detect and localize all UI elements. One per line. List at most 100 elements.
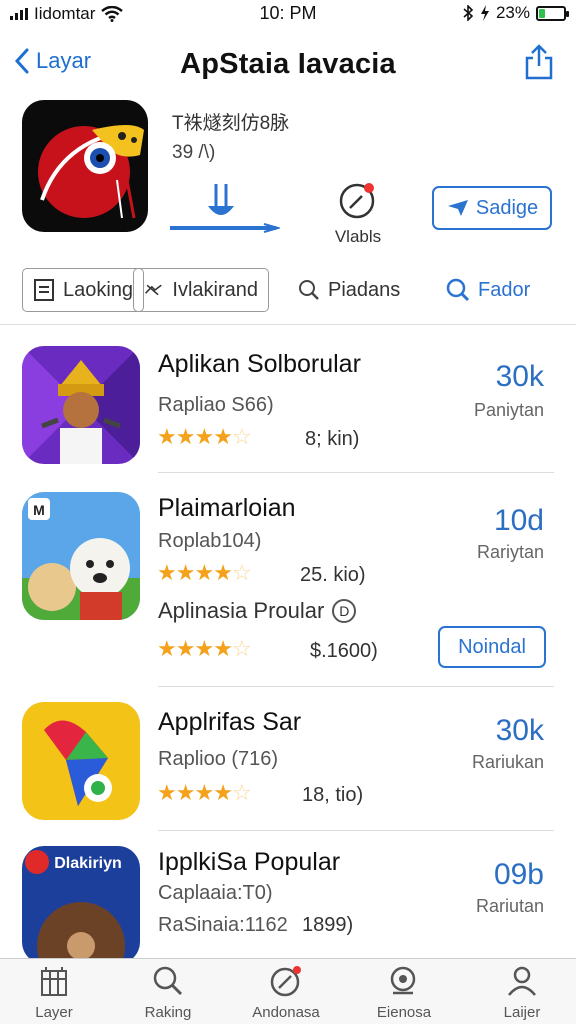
- tabbar-label: Layer: [35, 1004, 73, 1021]
- compass-icon: [270, 966, 301, 997]
- eye-search-icon: [390, 966, 416, 995]
- rating-count: 25. kio): [300, 564, 366, 586]
- charging-icon: [480, 5, 489, 21]
- tab-ivlakirand[interactable]: Ivlakirand: [133, 268, 269, 312]
- share-button[interactable]: [524, 44, 554, 85]
- save-label: Sadige: [475, 196, 539, 219]
- person-icon: [508, 966, 536, 996]
- app-name: Plaimarloian: [158, 494, 296, 522]
- search-icon: [299, 280, 319, 300]
- star-icon: ☆: [231, 780, 252, 805]
- tab-fador[interactable]: Fador: [446, 268, 530, 312]
- tab-label: Fador: [478, 278, 531, 301]
- tabbar-item-andonasa[interactable]: Andonasa: [236, 965, 336, 1021]
- divider: [0, 324, 576, 325]
- battery-percent: 23%: [495, 3, 530, 22]
- star-icon: [447, 200, 468, 216]
- app-icon: Dlakiriyn: [22, 846, 140, 964]
- app-sub: Roplab104): [158, 530, 262, 552]
- app-banner-text: Dlakiriyn: [54, 855, 122, 872]
- app-secondary-name: Aplinasia Proular D: [158, 598, 357, 624]
- app-metric: 30k: [495, 360, 544, 393]
- rating-count: $.1600): [310, 640, 378, 662]
- battery-icon: [536, 5, 569, 21]
- tabbar-label: Eienosa: [376, 1004, 432, 1021]
- bluetooth-icon: [463, 5, 474, 21]
- app-sub-secondary: RaSinaia:1162: [158, 914, 288, 936]
- status-right: 23%: [462, 3, 569, 23]
- star-icon: ☆: [231, 560, 252, 585]
- app-actions: Vlabls Sadige: [168, 180, 558, 246]
- status-bar: Iidomtar 10: PM 23%: [0, 0, 576, 28]
- filter-tabs: Laoking Ivlakirand Piadans Fador: [0, 262, 576, 318]
- rating-count: 18, tio): [302, 784, 364, 806]
- star-icon: ★: [194, 780, 214, 805]
- tabbar-item-raking[interactable]: Raking: [118, 965, 218, 1021]
- star-icon: ☆: [231, 424, 252, 449]
- tabbar-item-eienosa[interactable]: Eienosa: [354, 965, 454, 1021]
- tab-piadans[interactable]: Piadans: [298, 268, 400, 312]
- app-metric-caption: Rariutan: [475, 896, 544, 916]
- star-icon: ★: [213, 780, 233, 805]
- star-icon: ★: [194, 636, 214, 661]
- app-sub: Rapliao S66): [158, 394, 274, 416]
- views-label: Vlabls: [334, 227, 382, 246]
- app-metric-caption: Paniytan: [473, 400, 544, 420]
- compass-icon: [339, 183, 375, 219]
- download-button[interactable]: [168, 180, 282, 240]
- tabbar-item-laijer[interactable]: Laijer: [472, 965, 572, 1021]
- tabbar-item-layer[interactable]: Layer: [4, 965, 104, 1021]
- star-icon: ★: [175, 636, 196, 661]
- star-icon: ★: [213, 636, 233, 661]
- app-name: Aplikan Solborular: [158, 350, 361, 378]
- save-button[interactable]: Sadige: [432, 186, 552, 230]
- app-metric: 09b: [493, 858, 544, 891]
- rating-count: 1899): [302, 914, 354, 936]
- search-icon: [153, 966, 183, 996]
- tab-laoking[interactable]: Laoking: [22, 268, 145, 312]
- svg-text:M: M: [33, 502, 45, 518]
- bottom-tab-bar: Layer Raking Andonasa Eienosa Laijer: [0, 958, 576, 1024]
- download-icon: [170, 184, 282, 233]
- app-icon: M: [22, 492, 140, 620]
- star-icon: ★: [157, 560, 177, 585]
- app-metric: 10d: [493, 504, 544, 537]
- app-name: IpplkiSa Popular: [158, 848, 341, 876]
- app-metric: 30k: [495, 714, 544, 747]
- app-subtitle: T袾燧刻仿8脉: [172, 113, 290, 134]
- app-icon: [22, 346, 140, 464]
- tab-label: Laoking: [63, 278, 134, 301]
- views-button[interactable]: Vlabls: [328, 180, 388, 247]
- tab-label: Ivlakirand: [172, 278, 258, 301]
- star-icon: ★: [175, 780, 196, 805]
- divider: [158, 686, 554, 687]
- app-name: Applrifas Sar: [158, 708, 302, 736]
- list-icon: [34, 279, 54, 301]
- star-icon: ★: [213, 560, 233, 585]
- rating-stars: ★★★★☆: [157, 424, 252, 450]
- page-title: ApStaia Iavacia: [180, 48, 396, 80]
- app-icon-large: [22, 100, 148, 232]
- app-meta: 39 /\): [172, 142, 216, 163]
- tabbar-label: Raking: [144, 1004, 192, 1021]
- star-icon: ★: [175, 560, 196, 585]
- install-button[interactable]: Noindal: [438, 626, 546, 668]
- building-icon: [41, 967, 67, 996]
- app-sub: Caplaaia:T0): [158, 882, 273, 904]
- star-icon: ★: [157, 780, 177, 805]
- tabbar-label: Andonasa: [252, 1004, 320, 1021]
- app-metric-caption: Rariukan: [471, 752, 544, 772]
- star-icon: ★: [157, 636, 177, 661]
- tab-label: Piadans: [328, 278, 401, 301]
- nav-bar: Layar ApStaia Iavacia: [0, 40, 576, 90]
- star-icon: ★: [157, 424, 177, 449]
- app-icon: [22, 702, 140, 820]
- rating-stars: ★★★★☆: [157, 636, 252, 662]
- rating-stars: ★★★★☆: [157, 780, 252, 806]
- search-icon: [446, 278, 470, 302]
- rating-stars: ★★★★☆: [157, 560, 252, 586]
- rating-count: 8; kin): [305, 428, 360, 450]
- battery-fill: [539, 8, 545, 18]
- star-icon: ★: [194, 560, 214, 585]
- arrow-icon: [145, 284, 162, 296]
